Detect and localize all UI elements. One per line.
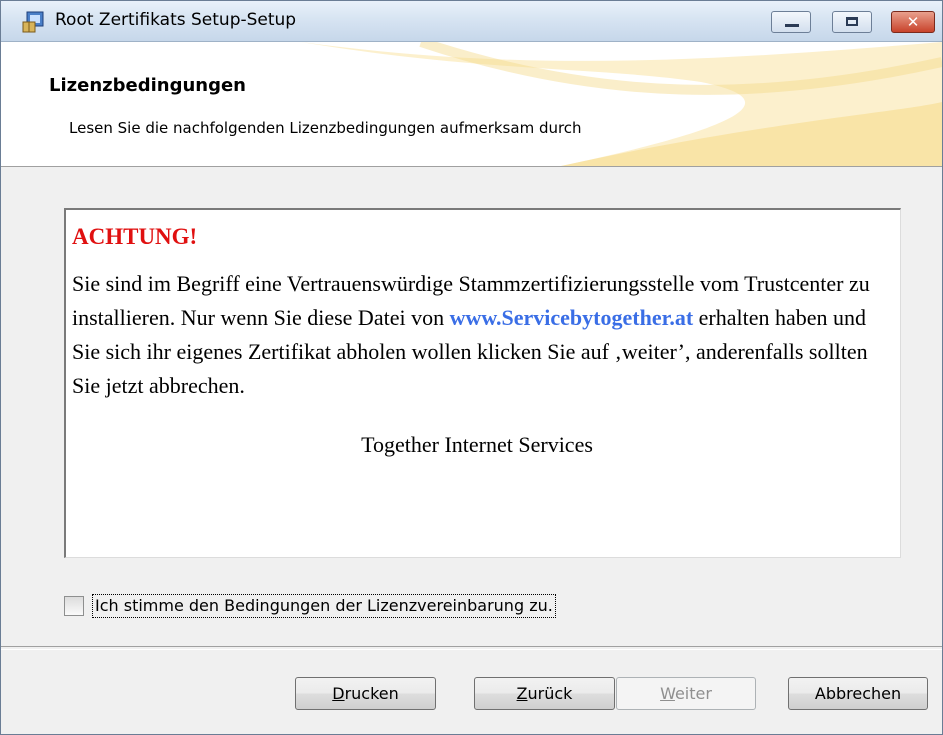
- print-button-mnemonic: D: [332, 684, 345, 703]
- back-button-label: urück: [527, 684, 573, 703]
- signature: Together Internet Services: [361, 432, 593, 457]
- cancel-button[interactable]: Abbrechen: [788, 677, 928, 710]
- header-banner: Lizenzbedingungen Lesen Sie die nachfolg…: [1, 42, 942, 167]
- button-separator: [1, 646, 942, 650]
- maximize-button[interactable]: [832, 11, 872, 33]
- next-button-mnemonic: W: [660, 684, 675, 703]
- print-button[interactable]: Drucken: [295, 677, 436, 710]
- page-title: Lizenzbedingungen: [49, 75, 246, 96]
- license-content: ACHTUNG! Sie sind im Begriff eine Vertra…: [72, 220, 882, 462]
- agree-checkbox[interactable]: [64, 596, 84, 616]
- close-icon: ✕: [906, 13, 920, 31]
- website-link[interactable]: www.Servicebytogether.at: [450, 305, 694, 330]
- license-text-box[interactable]: ACHTUNG! Sie sind im Begriff eine Vertra…: [64, 208, 901, 558]
- minimize-icon: [785, 24, 799, 27]
- agree-label[interactable]: Ich stimme den Bedingungen der Lizenzver…: [92, 594, 556, 618]
- minimize-button[interactable]: [771, 11, 811, 33]
- warning-heading: ACHTUNG!: [72, 224, 198, 249]
- close-button[interactable]: ✕: [891, 11, 935, 33]
- next-button[interactable]: Weiter: [616, 677, 756, 710]
- maximize-icon: [846, 17, 858, 26]
- title-bar[interactable]: Root Zertifikats Setup-Setup ✕: [1, 1, 942, 42]
- window-title: Root Zertifikats Setup-Setup: [55, 10, 297, 30]
- banner-swoosh-graphic: [301, 42, 942, 166]
- page-subtitle: Lesen Sie die nachfolgenden Lizenzbeding…: [69, 119, 582, 137]
- print-button-label: rucken: [344, 684, 399, 703]
- installer-icon: [22, 11, 44, 33]
- back-button-mnemonic: Z: [516, 684, 528, 703]
- back-button[interactable]: Zurück: [474, 677, 615, 710]
- next-button-label: eiter: [674, 684, 712, 703]
- setup-window: Root Zertifikats Setup-Setup ✕ Lizenzbed…: [0, 0, 943, 735]
